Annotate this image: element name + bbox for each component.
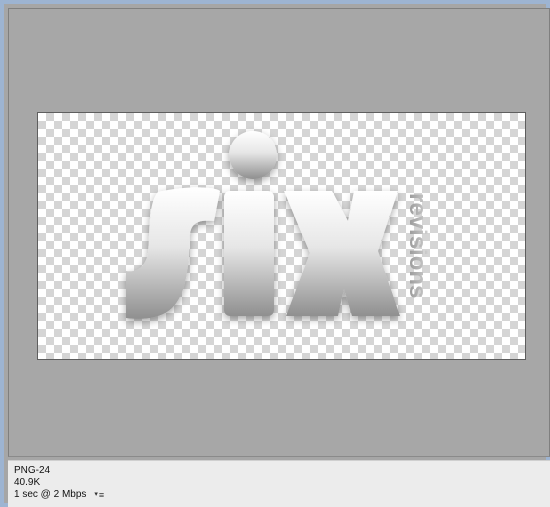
- connection-speed-menu[interactable]: ▾ ≡: [94, 489, 104, 501]
- file-size: 40.9K: [14, 477, 41, 488]
- chevron-down-icon: ▾: [94, 491, 98, 498]
- image-canvas[interactable]: revisions: [37, 112, 526, 360]
- logo-letter-s: [126, 187, 220, 319]
- preview-workspace: revisions: [8, 8, 550, 457]
- logo-letter-x: [284, 191, 400, 316]
- file-format: PNG-24: [14, 465, 51, 476]
- logo-letter-i-dot: [229, 131, 277, 179]
- dropdown-list-icon: ≡: [98, 490, 104, 500]
- download-time: 1 sec @ 2 Mbps: [14, 489, 87, 500]
- six-revisions-logo: revisions: [126, 131, 431, 319]
- optimization-info-panel: PNG-24 40.9K 1 sec @ 2 Mbps ▾ ≡: [8, 460, 550, 507]
- preview-window: revisions PNG-24 40.9K 1 sec @ 2 Mbps ▾ …: [0, 0, 550, 507]
- logo-side-text: revisions: [404, 193, 431, 298]
- logo-letter-i-stem: [224, 191, 274, 316]
